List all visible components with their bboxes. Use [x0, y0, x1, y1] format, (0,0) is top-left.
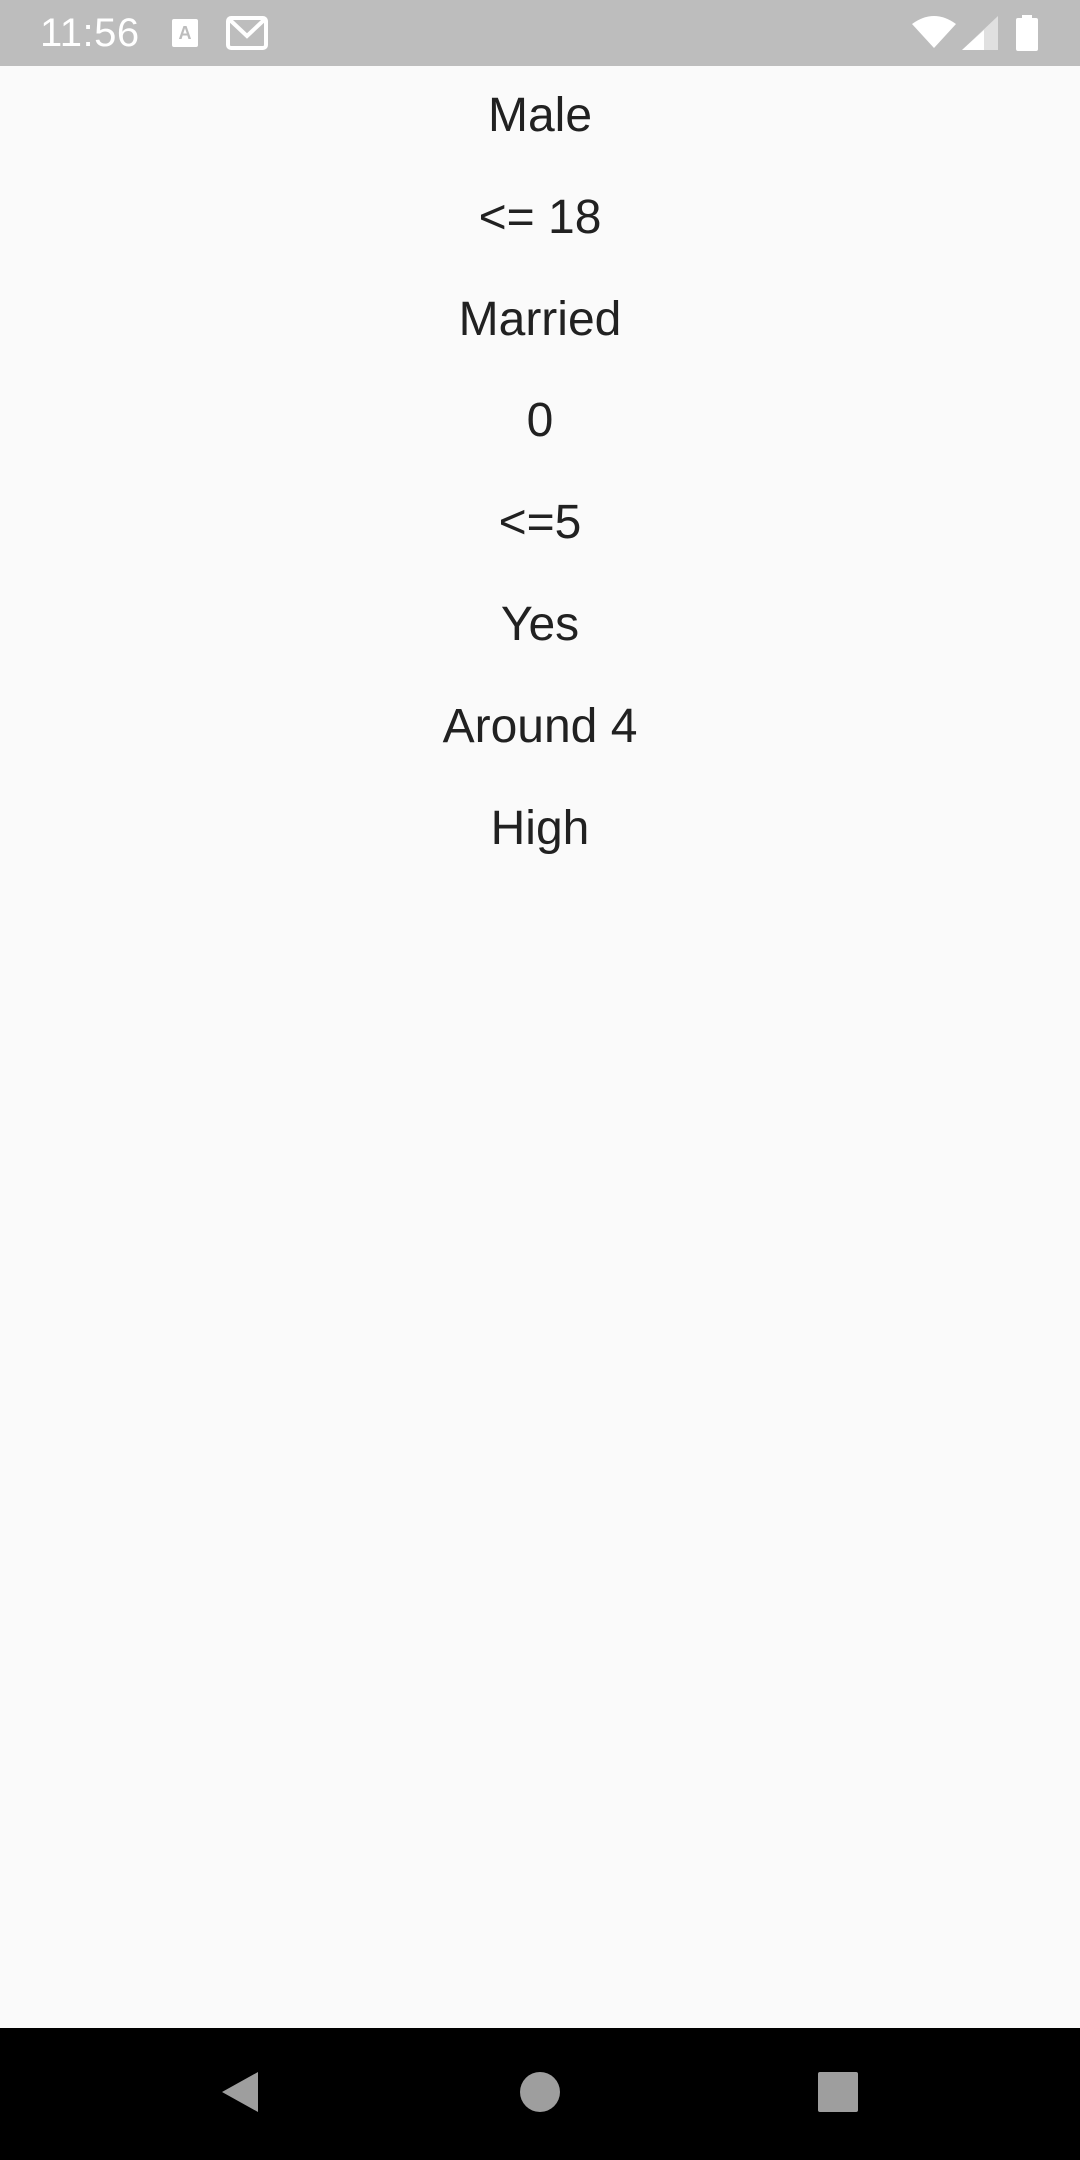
value-marital-status: Married [458, 293, 622, 346]
a-icon: A [172, 0, 198, 66]
value-dependents: 0 [526, 394, 554, 447]
value-gender: Male [487, 89, 593, 142]
gmail-icon [226, 0, 268, 66]
back-icon [218, 2068, 262, 2121]
cellular-signal-icon [962, 0, 998, 66]
svg-text:A: A [179, 23, 192, 43]
recents-button[interactable] [758, 2028, 918, 2160]
home-icon [519, 2071, 561, 2118]
value-level: High [490, 802, 590, 855]
wifi-icon [912, 0, 956, 66]
values-list: Male <= 18 Married 0 <=5 Yes Around 4 Hi… [0, 66, 1080, 2028]
value-range: <=5 [498, 496, 582, 549]
home-button[interactable] [460, 2028, 620, 2160]
value-yes-no: Yes [500, 598, 580, 651]
navigation-bar [0, 2028, 1080, 2160]
value-age: <= 18 [478, 191, 602, 244]
status-bar: 11:56 A [0, 0, 1080, 66]
back-button[interactable] [160, 2028, 320, 2160]
value-approximate: Around 4 [442, 700, 638, 753]
recents-icon [817, 2071, 859, 2118]
battery-icon [1016, 0, 1038, 66]
status-time: 11:56 [40, 11, 140, 55]
